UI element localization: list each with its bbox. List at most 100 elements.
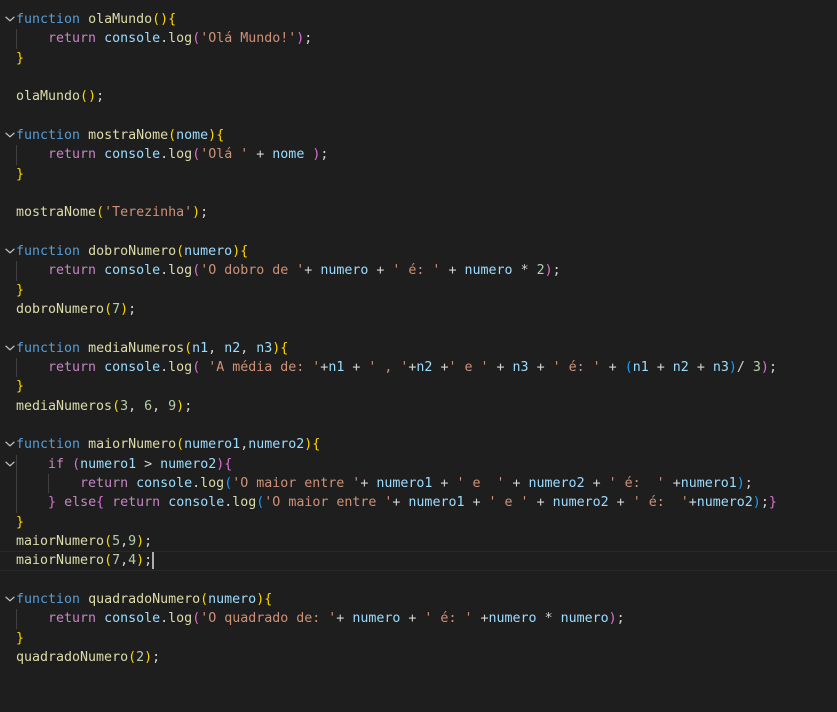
code-line[interactable]: if (numero1 > numero2){ xyxy=(0,454,837,474)
token-kw: function xyxy=(16,591,81,607)
code-line-text: mediaNumeros(3, 6, 9); xyxy=(16,397,192,416)
code-line[interactable]: maiorNumero(5,9); xyxy=(0,532,837,551)
chevron-down-icon[interactable] xyxy=(4,10,16,29)
token-var: numero xyxy=(320,263,369,279)
code-line[interactable]: return console.log('Olá Mundo!'); xyxy=(0,29,837,49)
token-str: ' é: ' xyxy=(424,611,473,627)
code-line[interactable]: mediaNumeros(3, 6, 9); xyxy=(0,397,837,416)
code-line[interactable]: return console.log('O dobro de '+ numero… xyxy=(0,261,837,281)
code-line[interactable]: maiorNumero(7,4); xyxy=(0,551,837,571)
token-num: 7 xyxy=(112,301,121,317)
token-p1: ) xyxy=(88,89,97,105)
token-var: numero1 xyxy=(376,475,433,491)
token-fn: mediaNumeros xyxy=(88,340,185,356)
code-line[interactable]: function mostraNome(nome){ xyxy=(0,126,837,145)
token-var: console xyxy=(104,611,161,627)
token-p2: } xyxy=(48,495,57,511)
token-var: n3 xyxy=(256,340,273,356)
code-line-text: function mostraNome(nome){ xyxy=(16,126,224,145)
code-line[interactable]: mostraNome('Terezinha'); xyxy=(0,203,837,222)
code-line[interactable]: dobroNumero(7); xyxy=(0,300,837,319)
code-line[interactable]: function quadradoNumero(numero){ xyxy=(0,590,837,609)
code-line[interactable]: function dobroNumero(numero){ xyxy=(0,242,837,261)
chevron-down-icon[interactable] xyxy=(4,339,16,358)
code-line[interactable]: return console.log( 'A média de: '+n1 + … xyxy=(0,357,837,378)
token-p1: ( xyxy=(152,12,161,27)
code-line-text: maiorNumero(7,4); xyxy=(16,551,152,570)
token-pl: . xyxy=(192,475,201,491)
token-op: + xyxy=(672,475,681,491)
token-p2: ) xyxy=(544,263,553,279)
token-p1: { xyxy=(264,591,273,607)
token-kw: function xyxy=(16,340,81,356)
token-p3: ) xyxy=(752,495,761,511)
token-p1: ) xyxy=(144,649,153,665)
code-line[interactable]: } xyxy=(0,377,837,396)
code-editor[interactable]: function olaMundo(){ return console.log(… xyxy=(0,0,837,712)
token-p1: } xyxy=(16,50,25,66)
token-pl: ; xyxy=(760,495,769,511)
code-line[interactable] xyxy=(0,107,837,126)
code-line[interactable]: function mediaNumeros(n1, n2, n3){ xyxy=(0,339,837,358)
code-line[interactable] xyxy=(0,416,837,435)
token-p2: ( xyxy=(192,147,201,163)
code-line[interactable]: return console.log('O maior entre '+ num… xyxy=(0,473,837,494)
code-line[interactable]: } xyxy=(0,281,837,300)
token-pl: ; xyxy=(744,475,753,491)
code-line[interactable] xyxy=(0,223,837,242)
token-pl: , xyxy=(128,398,145,414)
code-line[interactable] xyxy=(0,319,837,338)
code-line[interactable]: quadradoNumero(2); xyxy=(0,648,837,667)
token-var: console xyxy=(136,475,193,491)
code-line[interactable]: return console.log('O quadrado de: ' + nu… xyxy=(0,609,837,629)
code-line[interactable]: } xyxy=(0,513,837,532)
chevron-down-icon[interactable] xyxy=(4,242,16,261)
token-ctl: if xyxy=(48,456,65,472)
code-line-text: maiorNumero(5,9); xyxy=(16,532,152,551)
chevron-down-icon[interactable] xyxy=(4,590,16,609)
token-num: 6 xyxy=(144,398,153,414)
token-pl: , xyxy=(120,553,129,569)
code-line[interactable]: function olaMundo(){ xyxy=(0,10,837,29)
token-var: numero1 xyxy=(184,437,241,453)
code-line[interactable]: olaMundo(); xyxy=(0,87,837,106)
code-line[interactable]: } xyxy=(0,165,837,184)
token-str: 'O quadrado de: ' xyxy=(200,611,337,627)
code-line[interactable] xyxy=(0,184,837,203)
chevron-down-icon[interactable] xyxy=(4,455,16,474)
code-line[interactable]: function maiorNumero(numero1,numero2){ xyxy=(0,435,837,454)
code-line[interactable] xyxy=(0,68,837,87)
code-line[interactable]: } xyxy=(0,49,837,68)
token-p1: ) xyxy=(192,205,201,221)
token-num: 2 xyxy=(136,649,145,665)
code-line[interactable]: return console.log('Olá ' + nome ); xyxy=(0,145,837,165)
chevron-down-icon[interactable] xyxy=(4,435,16,454)
code-line[interactable]: } else{ return console.log('O maior entr… xyxy=(0,493,837,513)
token-p1: } xyxy=(16,630,25,646)
token-fn: mostraNome xyxy=(88,127,169,143)
code-line[interactable] xyxy=(0,571,837,590)
code-line-text: quadradoNumero(2); xyxy=(16,648,160,667)
token-pl: ; xyxy=(128,301,137,317)
code-line[interactable]: } xyxy=(0,629,837,648)
token-var: n1 xyxy=(328,359,345,375)
chevron-down-icon[interactable] xyxy=(4,126,16,145)
token-p1: ( xyxy=(176,243,185,259)
token-pl: . xyxy=(160,263,169,279)
